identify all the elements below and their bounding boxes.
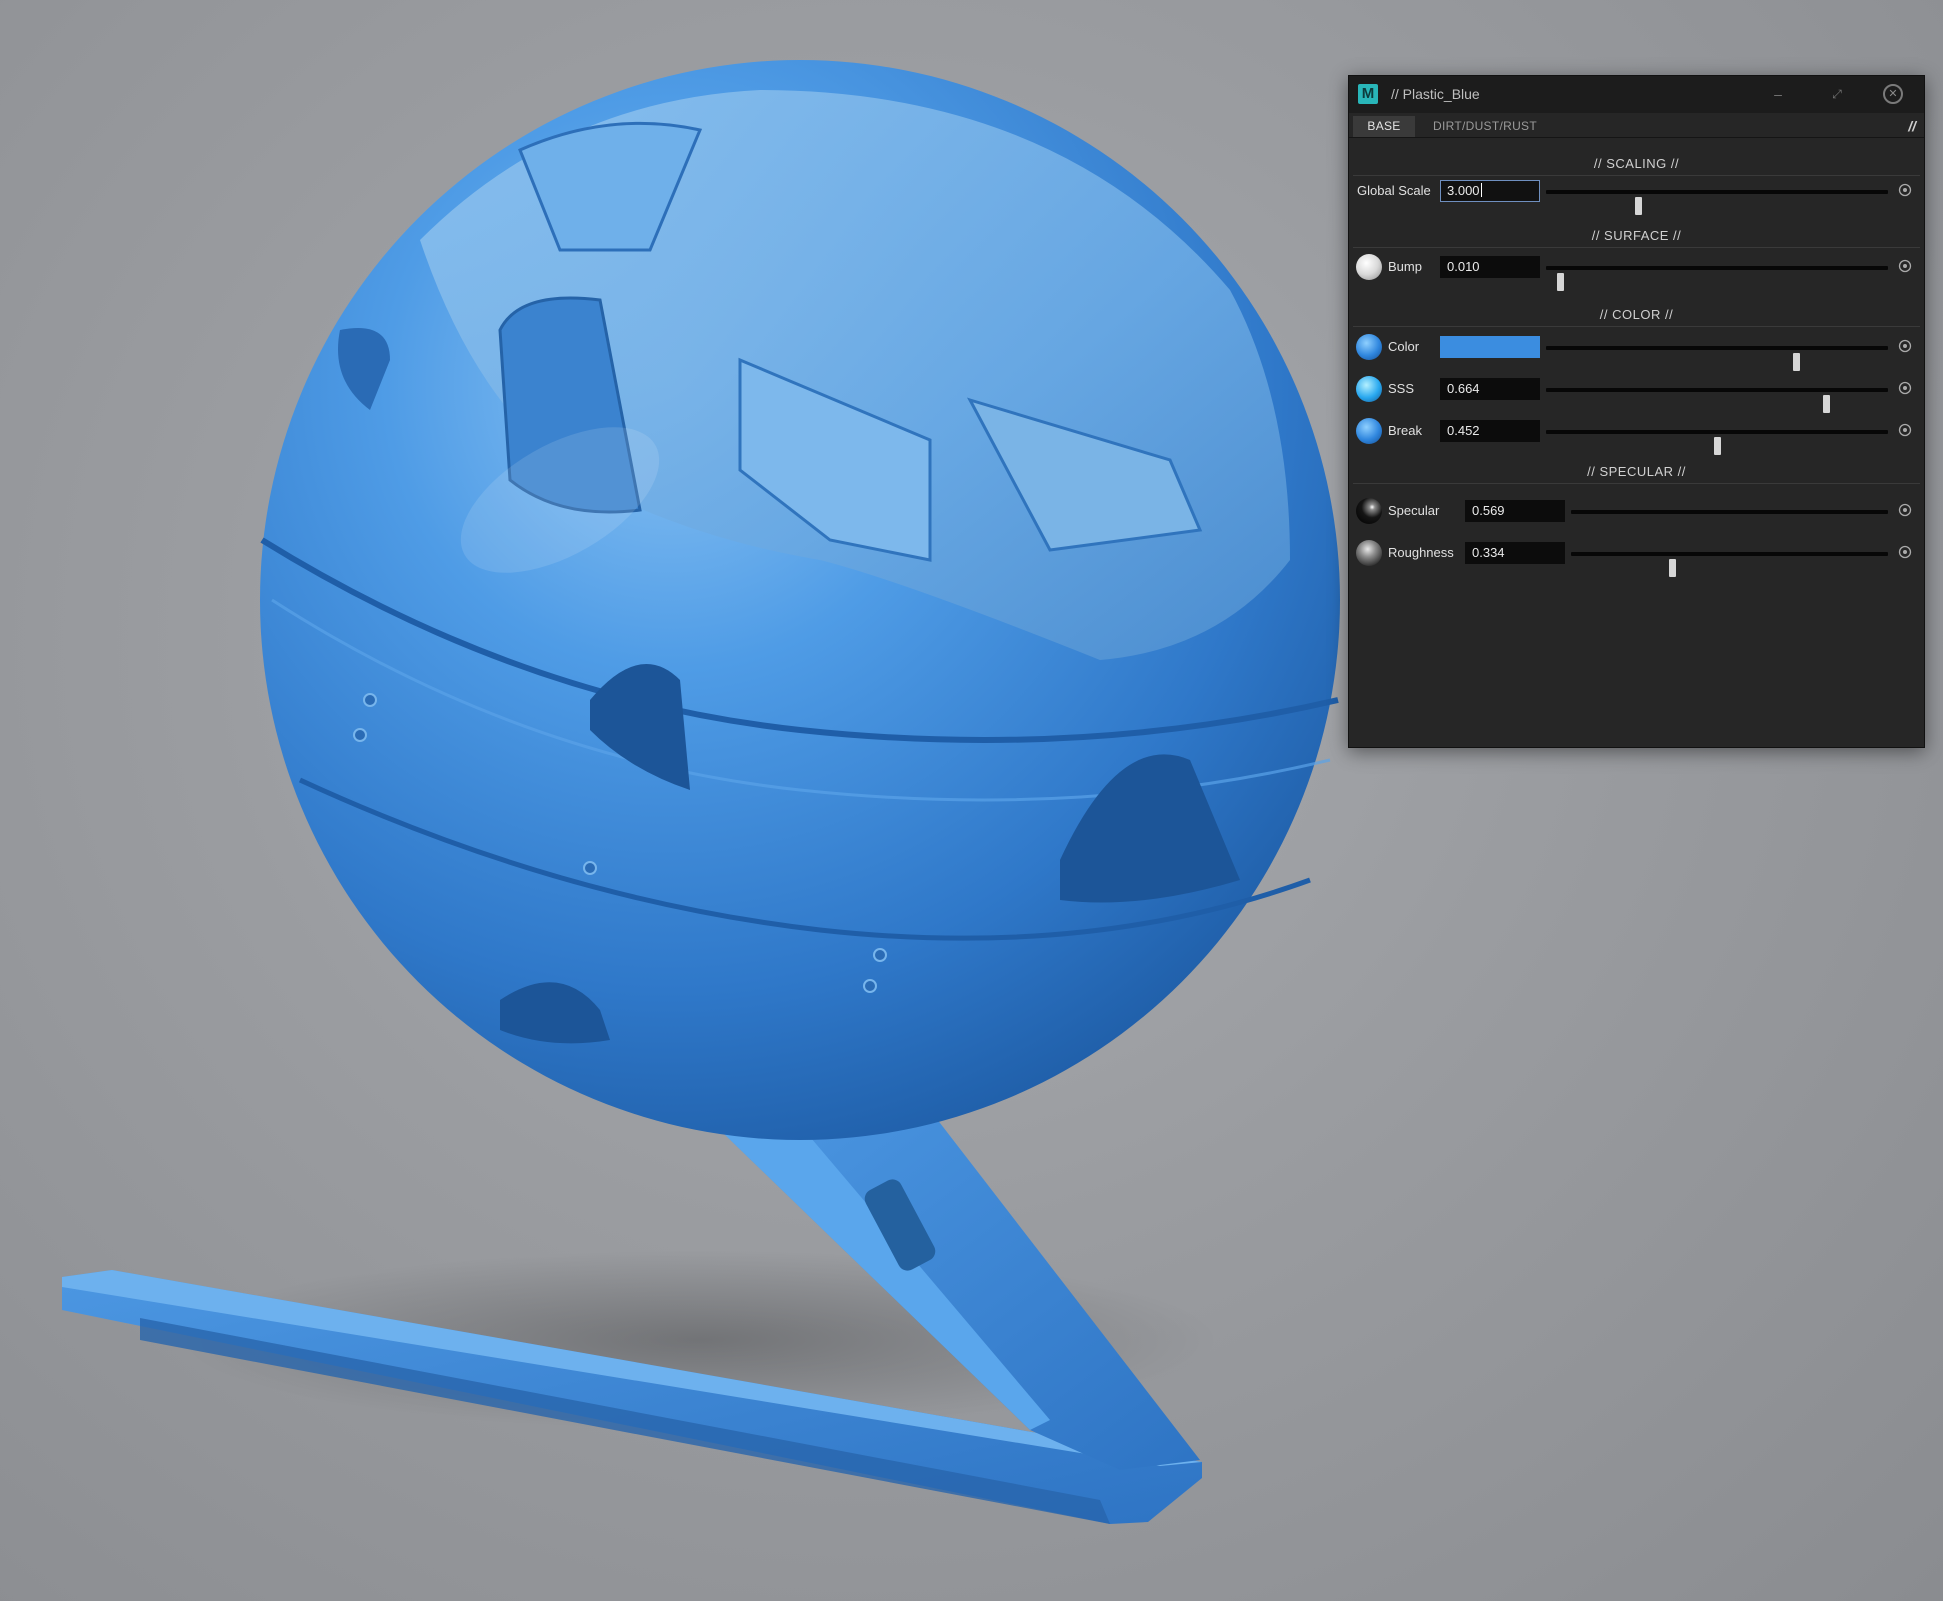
bump-input[interactable]: 0.010 (1440, 256, 1540, 278)
section-surface-title: // SURFACE // (1591, 228, 1682, 243)
color-swatch-field[interactable] (1440, 336, 1540, 358)
reset-target-icon[interactable] (1898, 183, 1912, 197)
tab-dirt-dust-rust[interactable]: DIRT/DUST/RUST (1425, 116, 1545, 137)
bump-slider[interactable] (1546, 266, 1888, 291)
color-label: Color (1388, 339, 1420, 354)
roughness-label: Roughness (1388, 545, 1454, 560)
param-row-roughness: Roughness 0.334 (1349, 538, 1924, 577)
section-scaling-title: // SCALING // (1593, 156, 1680, 171)
param-row-specular: Specular 0.569 (1349, 496, 1924, 526)
panel-options-icon[interactable]: // (1908, 118, 1916, 134)
section-divider (1353, 247, 1920, 248)
reset-target-icon[interactable] (1898, 381, 1912, 395)
param-row-global-scale: Global Scale 3.000 (1349, 176, 1924, 215)
title-bar[interactable]: M // Plastic_Blue – ⤢ ✕ (1349, 76, 1924, 113)
roughness-slider-thumb[interactable] (1669, 559, 1677, 577)
sss-input[interactable]: 0.664 (1440, 378, 1540, 400)
roughness-input[interactable]: 0.334 (1465, 542, 1565, 564)
section-divider (1353, 326, 1920, 327)
param-row-sss: SSS 0.664 (1349, 374, 1924, 413)
global-scale-label: Global Scale (1357, 183, 1431, 198)
break-slider[interactable] (1546, 430, 1888, 455)
roughness-slider[interactable] (1571, 552, 1888, 577)
section-specular: // SPECULAR // (1349, 462, 1924, 484)
blue-sphere-icon[interactable] (1356, 334, 1382, 360)
reset-target-icon[interactable] (1898, 339, 1912, 353)
section-surface: // SURFACE // (1349, 226, 1924, 248)
section-color: // COLOR // (1349, 305, 1924, 327)
reset-target-icon[interactable] (1898, 259, 1912, 273)
bump-slider-thumb[interactable] (1556, 273, 1564, 291)
specular-slider[interactable] (1571, 510, 1888, 514)
grey-sphere-icon[interactable] (1356, 540, 1382, 566)
section-color-title: // COLOR // (1599, 307, 1674, 322)
blue-sphere-icon[interactable] (1356, 418, 1382, 444)
param-row-color: Color (1349, 332, 1924, 371)
tab-bar: BASE DIRT/DUST/RUST // (1349, 116, 1924, 137)
section-divider (1353, 483, 1920, 484)
specular-label: Specular (1388, 503, 1440, 518)
break-input[interactable]: 0.452 (1440, 420, 1540, 442)
sss-label: SSS (1388, 381, 1415, 396)
reset-target-icon[interactable] (1898, 423, 1912, 437)
sphere (260, 60, 1340, 1140)
sss-slider[interactable] (1546, 388, 1888, 413)
window-title: // Plastic_Blue (1391, 86, 1480, 102)
color-slider-thumb[interactable] (1792, 353, 1800, 371)
specular-input[interactable]: 0.569 (1465, 500, 1565, 522)
tab-divider (1349, 137, 1924, 138)
section-scaling: // SCALING // (1349, 154, 1924, 176)
maximize-button[interactable]: ⤢ (1827, 85, 1847, 103)
close-button[interactable]: ✕ (1883, 84, 1903, 104)
bump-label: Bump (1388, 259, 1422, 274)
app-logo-icon: M (1358, 84, 1378, 104)
material-panel: M // Plastic_Blue – ⤢ ✕ BASE DIRT/DUST/R… (1348, 75, 1925, 748)
cyan-sphere-icon[interactable] (1356, 376, 1382, 402)
text-caret (1480, 183, 1482, 197)
global-scale-value: 3.000 (1447, 183, 1480, 198)
section-specular-title: // SPECULAR // (1587, 464, 1686, 479)
global-scale-input[interactable]: 3.000 (1440, 180, 1540, 202)
param-row-bump: Bump 0.010 (1349, 252, 1924, 291)
white-sphere-icon[interactable] (1356, 254, 1382, 280)
break-label: Break (1388, 423, 1422, 438)
dark-sphere-icon[interactable] (1356, 498, 1382, 524)
reset-target-icon[interactable] (1898, 545, 1912, 559)
param-row-break: Break 0.452 (1349, 416, 1924, 455)
break-slider-thumb[interactable] (1714, 437, 1721, 455)
global-scale-slider-thumb[interactable] (1635, 197, 1643, 215)
minimize-button[interactable]: – (1768, 85, 1788, 103)
sss-slider-thumb[interactable] (1823, 395, 1831, 413)
tab-base[interactable]: BASE (1353, 116, 1415, 137)
color-slider[interactable] (1546, 346, 1888, 371)
reset-target-icon[interactable] (1898, 503, 1912, 517)
global-scale-slider[interactable] (1546, 190, 1888, 215)
